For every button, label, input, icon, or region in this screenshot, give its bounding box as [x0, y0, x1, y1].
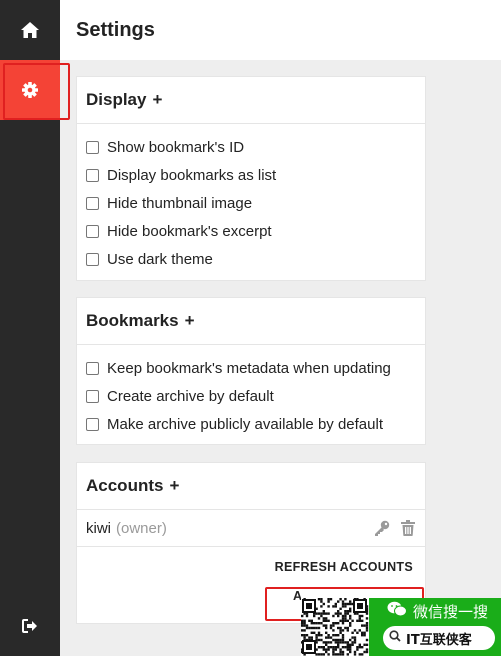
accounts-expand-toggle[interactable]: + [169, 476, 179, 496]
account-row: kiwi (owner) [77, 510, 425, 547]
key-icon[interactable] [374, 520, 390, 540]
watermark-search-pill: IT互联侠客 [383, 626, 495, 650]
display-settings-card: Display + Show bookmark's ID Display boo… [76, 76, 426, 281]
option-hide-excerpt[interactable]: Hide bookmark's excerpt [77, 217, 425, 245]
qr-code-image [301, 598, 369, 656]
bookmarks-expand-toggle[interactable]: + [185, 311, 195, 331]
page-title: Settings [76, 18, 155, 41]
checkbox[interactable] [86, 140, 99, 154]
option-label: Create archive by default [107, 387, 274, 405]
refresh-accounts-button[interactable]: REFRESH ACCOUNTS [275, 560, 413, 574]
settings-highlight-outline [3, 63, 70, 120]
logout-icon [22, 619, 38, 633]
checkbox[interactable] [86, 224, 99, 238]
display-card-title: Display [86, 90, 147, 109]
checkbox[interactable] [86, 196, 99, 210]
display-expand-toggle[interactable]: + [152, 90, 162, 110]
option-dark-theme[interactable]: Use dark theme [77, 245, 425, 273]
accounts-card-header[interactable]: Accounts + [77, 463, 425, 510]
bookmarks-card-header[interactable]: Bookmarks + [77, 298, 425, 345]
option-hide-thumbnail[interactable]: Hide thumbnail image [77, 189, 425, 217]
search-icon [389, 630, 406, 646]
option-label: Show bookmark's ID [107, 138, 245, 156]
account-role: (owner) [116, 519, 167, 537]
page-header: Settings [60, 0, 501, 60]
option-label: Display bookmarks as list [107, 166, 277, 184]
option-label: Hide bookmark's excerpt [107, 222, 272, 240]
option-public-archive[interactable]: Make archive publicly available by defau… [77, 410, 425, 438]
home-icon [21, 22, 39, 38]
checkbox[interactable] [86, 389, 99, 403]
bookmarks-card-title: Bookmarks [86, 311, 179, 330]
account-username: kiwi [86, 519, 111, 537]
watermark-line1: 微信搜一搜 [413, 602, 489, 621]
option-label: Use dark theme [107, 250, 213, 268]
option-label: Keep bookmark's metadata when updating [107, 359, 391, 377]
checkbox[interactable] [86, 252, 99, 266]
option-create-archive[interactable]: Create archive by default [77, 382, 425, 410]
checkbox[interactable] [86, 361, 99, 375]
sidebar-item-logout[interactable] [0, 596, 60, 656]
accounts-card-title: Accounts [86, 476, 164, 495]
option-label: Make archive publicly available by defau… [107, 415, 383, 433]
watermark-line2: IT互联侠客 [406, 632, 472, 648]
option-display-as-list[interactable]: Display bookmarks as list [77, 161, 425, 189]
trash-icon[interactable] [401, 520, 415, 540]
option-label: Hide thumbnail image [107, 194, 253, 212]
option-keep-metadata[interactable]: Keep bookmark's metadata when updating [77, 354, 425, 382]
wechat-icon [387, 601, 413, 621]
sidebar-item-home[interactable] [0, 0, 60, 60]
checkbox[interactable] [86, 417, 99, 431]
checkbox[interactable] [86, 168, 99, 182]
option-show-bookmark-id[interactable]: Show bookmark's ID [77, 133, 425, 161]
bookmarks-settings-card: Bookmarks + Keep bookmark's metadata whe… [76, 297, 426, 445]
wechat-watermark-banner: 微信搜一搜 IT互联侠客 [369, 598, 501, 656]
display-card-header[interactable]: Display + [77, 77, 425, 124]
